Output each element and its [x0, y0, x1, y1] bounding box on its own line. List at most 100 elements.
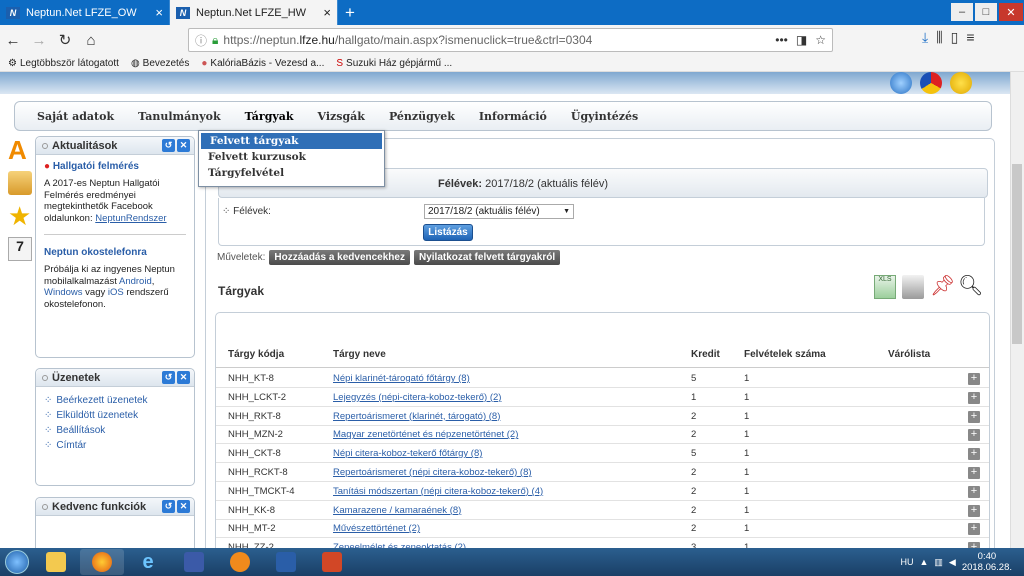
col-code[interactable]: Tárgy kódja — [228, 349, 284, 360]
panel-close-icon[interactable]: ✕ — [177, 500, 190, 513]
directory-link[interactable]: ⁘ Címtár — [36, 438, 194, 453]
subject-link[interactable]: Népi klarinét-tárogató főtárgy (8) — [333, 373, 470, 384]
clock[interactable]: 0:40 2018.06.28. — [962, 551, 1012, 573]
pin-icon[interactable]: 📌︎ — [930, 275, 955, 299]
language-indicator[interactable]: HU — [900, 557, 913, 567]
subject-link[interactable]: Népi citera-koboz-tekerő főtárgy (8) — [333, 448, 482, 459]
col-name[interactable]: Tárgy neve — [333, 349, 386, 360]
menu-targyak[interactable]: Tárgyak — [233, 110, 306, 123]
page-actions-icon[interactable]: ••• — [775, 33, 788, 47]
bookmark-intro[interactable]: ◍ Bevezetés — [131, 58, 189, 69]
panel-edit-icon[interactable]: ↺ — [162, 139, 175, 152]
network-icon[interactable]: ▥ — [934, 557, 943, 568]
address-bar[interactable]: ⓘ 🔒︎ https://neptun.lfze.hu/hallgato/mai… — [188, 28, 833, 52]
download-icon[interactable]: ⤓ — [922, 29, 928, 46]
tab-lfze-ow[interactable]: N Neptun.Net LFZE_OW × — [0, 0, 170, 25]
forward-icon[interactable]: → — [26, 27, 52, 53]
inbox-link[interactable]: ⁘ Beérkezett üzenetek — [36, 393, 194, 408]
tab-lfze-hw[interactable]: N Neptun.Net LFZE_HW × — [170, 0, 338, 25]
close-window-button[interactable]: ✕ — [999, 3, 1023, 21]
panel-edit-icon[interactable]: ↺ — [162, 500, 175, 513]
maximize-button[interactable]: □ — [975, 3, 997, 21]
reload-icon[interactable]: ↻ — [52, 27, 78, 53]
subject-link[interactable]: Kamarazene / kamaraének (8) — [333, 505, 461, 516]
new-tab-button[interactable]: + — [338, 0, 362, 25]
windows-link[interactable]: Windows — [44, 287, 83, 298]
add-waitlist-icon[interactable]: + — [968, 523, 980, 536]
sent-link[interactable]: ⁘ Elküldött üzenetek — [36, 408, 194, 423]
menu-ugyintezes[interactable]: Ügyintézés — [559, 110, 650, 123]
add-to-favorites-button[interactable]: Hozzáadás a kedvencekhez — [269, 250, 410, 265]
font-size-icon[interactable]: A — [8, 137, 32, 163]
tab-close-icon[interactable]: × — [155, 5, 163, 20]
print-icon[interactable] — [902, 275, 924, 299]
col-count[interactable]: Felvételek száma — [744, 349, 826, 360]
smiley-icon[interactable] — [950, 72, 972, 94]
home-icon[interactable]: ⌂ — [78, 27, 104, 53]
semester-select[interactable]: 2017/18/2 (aktuális félév) ▼ — [424, 204, 574, 219]
subject-link[interactable]: Repertoárismeret (népi citera-koboz-teke… — [333, 467, 532, 478]
back-icon[interactable]: ← — [0, 27, 26, 53]
subject-link[interactable]: Lejegyzés (népi-citera-koboz-tekerő) (2) — [333, 392, 501, 403]
minimize-button[interactable]: – — [951, 3, 973, 21]
tab-close-icon[interactable]: × — [323, 5, 331, 20]
add-waitlist-icon[interactable]: + — [968, 391, 980, 404]
subject-link[interactable]: Magyar zenetörténet és népzenetörténet (… — [333, 429, 518, 440]
ios-link[interactable]: iOS — [108, 287, 124, 298]
declaration-button[interactable]: Nyilatkozat felvett tárgyakról — [413, 250, 561, 265]
search-icon[interactable]: 🔍︎ — [958, 275, 983, 299]
add-waitlist-icon[interactable]: + — [968, 410, 980, 423]
subject-link[interactable]: Művészettörténet (2) — [333, 523, 420, 534]
dropdown-item[interactable]: Felvett tárgyak — [201, 133, 382, 149]
menu-penzugyek[interactable]: Pénzügyek — [377, 110, 467, 123]
taskbar-ie[interactable]: e — [126, 549, 170, 575]
menu-tanulmanyok[interactable]: Tanulmányok — [126, 110, 233, 123]
facebook-link[interactable]: NeptunRendszer — [95, 213, 166, 224]
dropdown-item[interactable]: Tárgyfelvétel — [199, 165, 384, 181]
settings-link[interactable]: ⁘ Beállítások — [36, 423, 194, 438]
taskbar-explorer[interactable] — [34, 549, 78, 575]
tray-arrow-icon[interactable]: ▲ — [919, 557, 928, 567]
panel-close-icon[interactable]: ✕ — [177, 139, 190, 152]
taskbar-firefox[interactable] — [80, 549, 124, 575]
menu-sajat-adatok[interactable]: Saját adatok — [25, 110, 126, 123]
scrollbar-thumb[interactable] — [1012, 164, 1022, 344]
panel-edit-icon[interactable]: ↺ — [162, 371, 175, 384]
sidebar-toggle-icon[interactable]: ▯ — [951, 29, 959, 46]
language-flag-icon[interactable] — [920, 72, 942, 94]
globe-icon[interactable] — [890, 72, 912, 94]
taskbar-media[interactable] — [218, 549, 262, 575]
panel-close-icon[interactable]: ✕ — [177, 371, 190, 384]
add-waitlist-icon[interactable]: + — [968, 429, 980, 442]
menu-vizsgak[interactable]: Vizsgák — [306, 110, 377, 123]
bookmark-suzuki[interactable]: S Suzuki Ház gépjármű ... — [336, 58, 452, 69]
add-waitlist-icon[interactable]: + — [968, 448, 980, 461]
menu-informacio[interactable]: Információ — [467, 110, 559, 123]
bookmark-kaloriabazis[interactable]: ● KalóriaBázis - Vezesd a... — [201, 58, 324, 69]
menu-icon[interactable]: ≡ — [966, 29, 974, 46]
add-waitlist-icon[interactable]: + — [968, 467, 980, 479]
bookmark-most-visited[interactable]: ⚙ Legtöbbször látogatott — [8, 58, 119, 69]
add-waitlist-icon[interactable]: + — [968, 373, 980, 385]
envelope-icon[interactable] — [8, 171, 32, 195]
subject-link[interactable]: Repertoárismeret (klarinét, tárogató) (8… — [333, 411, 500, 422]
add-waitlist-icon[interactable]: + — [968, 485, 980, 498]
taskbar-neptun[interactable] — [264, 549, 308, 575]
android-link[interactable]: Android — [119, 276, 152, 287]
add-waitlist-icon[interactable]: + — [968, 504, 980, 517]
volume-icon[interactable]: ◀ — [949, 557, 956, 568]
subject-link[interactable]: Tanítási módszertan (népi citera-koboz-t… — [333, 486, 543, 497]
dropdown-item[interactable]: Felvett kurzusok — [199, 149, 384, 165]
calendar-icon[interactable]: 7 — [8, 237, 32, 261]
start-button[interactable] — [0, 548, 34, 576]
excel-export-icon[interactable]: XLS — [874, 275, 896, 299]
taskbar-save[interactable] — [172, 549, 216, 575]
list-button[interactable]: Listázás — [423, 224, 473, 241]
col-waitlist[interactable]: Várólista — [888, 349, 930, 360]
taskbar-powerpoint[interactable] — [310, 549, 354, 575]
bookmark-star-icon[interactable]: ☆ — [815, 33, 826, 47]
col-credit[interactable]: Kredit — [691, 349, 720, 360]
star-icon[interactable]: ★ — [8, 203, 32, 229]
library-icon[interactable]: ⫼ — [936, 29, 942, 46]
info-icon[interactable]: ⓘ — [195, 32, 207, 49]
